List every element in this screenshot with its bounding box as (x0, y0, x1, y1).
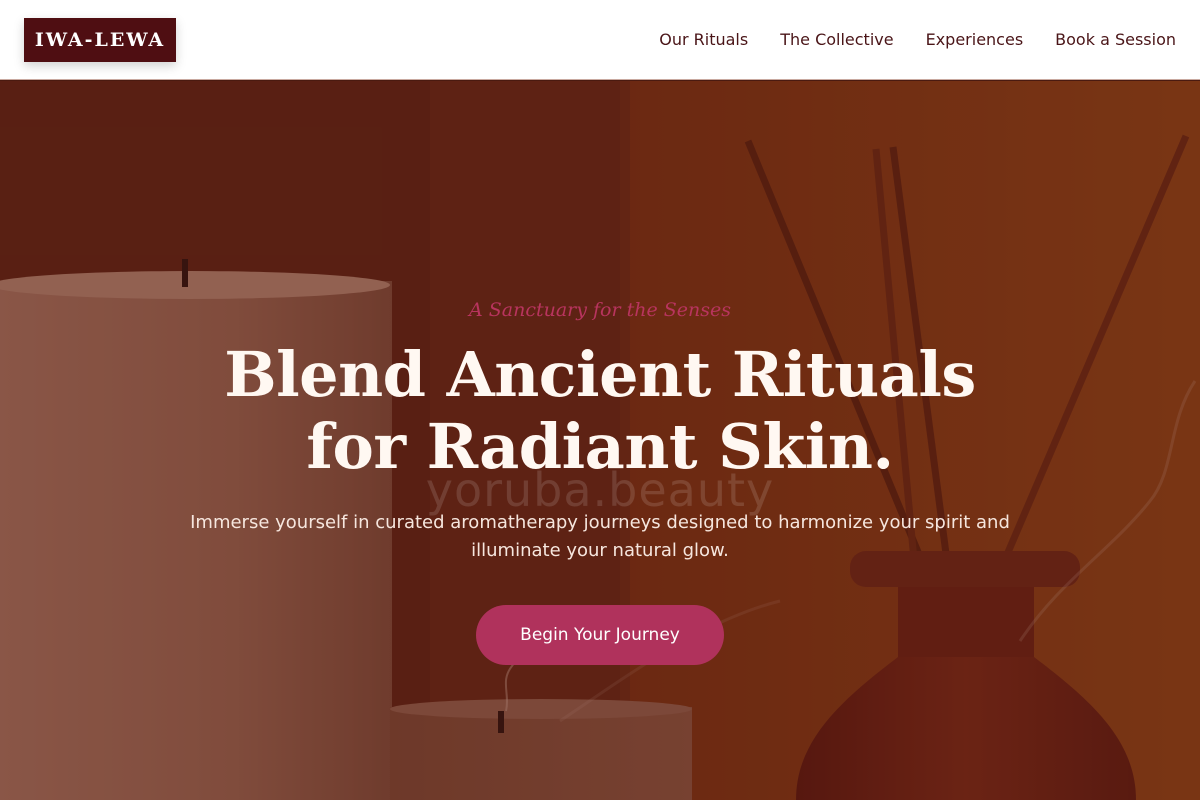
hero-headline: Blend Ancient Rituals for Radiant Skin. (0, 339, 1200, 483)
nav-link-book-a-session[interactable]: Book a Session (1055, 30, 1176, 49)
hero-tagline: A Sanctuary for the Senses (468, 299, 732, 321)
hero-headline-line-1: Blend Ancient Rituals (224, 338, 976, 411)
brand-logo[interactable]: IWA-LEWA (24, 17, 176, 62)
begin-journey-button[interactable]: Begin Your Journey (476, 605, 724, 665)
hero-section: A Sanctuary for the Senses Blend Ancient… (0, 81, 1200, 800)
hero-content: A Sanctuary for the Senses Blend Ancient… (0, 81, 1200, 800)
nav-link-the-collective[interactable]: The Collective (780, 30, 893, 49)
main-nav: Our Rituals The Collective Experiences B… (659, 30, 1176, 49)
site-header: IWA-LEWA Our Rituals The Collective Expe… (0, 0, 1200, 80)
nav-link-experiences[interactable]: Experiences (926, 30, 1024, 49)
hero-subtext: Immerse yourself in curated aromatherapy… (190, 512, 1010, 561)
nav-link-our-rituals[interactable]: Our Rituals (659, 30, 748, 49)
